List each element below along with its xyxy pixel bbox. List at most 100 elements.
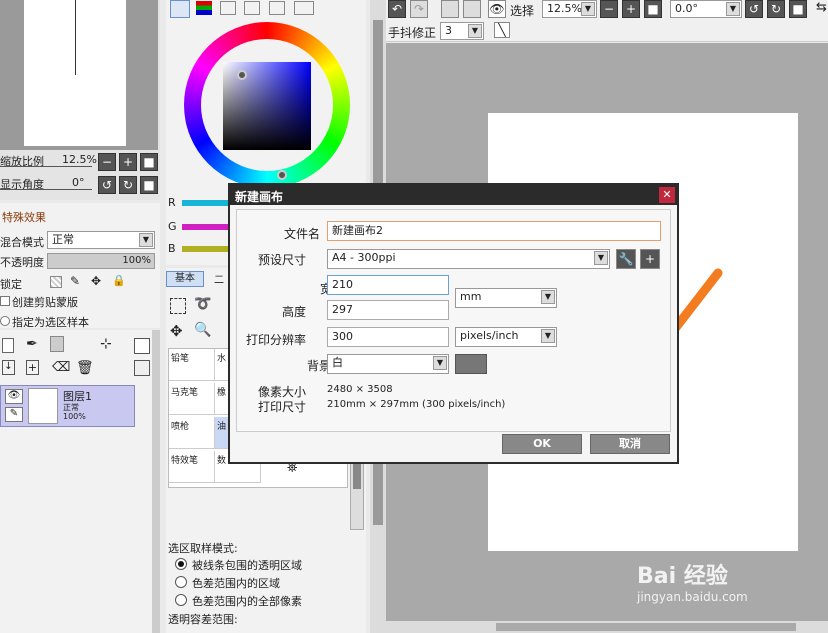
hue-cursor[interactable] [277,170,287,180]
zoom-select[interactable]: 12.5% ▼ [542,0,597,18]
new-folder-icon[interactable] [50,336,64,352]
color-wheel-tab[interactable] [170,0,190,18]
zoom-in-button[interactable]: + [119,153,137,171]
line-tool-icon[interactable]: ╲ [494,22,510,38]
lasso-icon[interactable]: ➰ [194,296,211,312]
effects-title: 特殊效果 [2,211,46,224]
layer-scrollbar[interactable] [152,330,160,633]
r-label: R [168,196,176,209]
unit-select[interactable]: mm ▼ [455,288,557,308]
lock-label: 锁定 [0,278,22,291]
tolerance-label: 透明容差范围: [168,613,238,626]
toolbar-zoom-reset[interactable]: ■ [644,0,662,18]
rotate-reset-button[interactable]: ■ [140,176,158,194]
layer-opacity: 100% [63,412,86,421]
rotate-left-button[interactable]: ↺ [98,176,116,194]
background-color-swatch[interactable] [455,354,487,374]
tab-basic[interactable]: 基本 [166,271,204,287]
flip-icon[interactable]: ⇆ [816,0,827,15]
cancel-button[interactable]: 取消 [590,434,670,454]
selection-mode-radio-3[interactable] [175,594,187,606]
invert-selection-button[interactable] [463,0,481,18]
stabilizer-label: 手抖修正 [388,26,437,40]
tab-second[interactable]: 二 [214,271,224,286]
eraser-icon[interactable]: ⌫ [52,360,70,375]
tool-airbrush[interactable]: 喷枪 [169,417,215,449]
zoom-reset-button[interactable]: ■ [140,153,158,171]
lock-transparency-icon[interactable] [50,276,62,288]
horizontal-scrollbar[interactable] [386,621,828,633]
preset-settings-button[interactable]: 🔧 [616,249,636,269]
selection-source-radio[interactable] [0,316,10,326]
height-input[interactable]: 297 [327,300,449,320]
selection-mode-label-2: 色差范围内的区域 [192,577,280,590]
perspective-icon[interactable]: ⊹ [100,336,112,352]
top-toolbar: ↶ ↷ 👁 选择 12.5% ▼ − + ■ 0.0° ▼ ↺ ↻ ■ ⇆ 手抖修正… [386,0,828,42]
scratchpad-tab[interactable] [294,1,314,15]
color-swatch-tab[interactable] [244,1,260,15]
move-down-icon[interactable]: ↓ [2,360,15,375]
toolbar-zoom-out[interactable]: − [600,0,618,18]
lock-all-icon[interactable]: 🔒 [112,274,126,287]
dpi-input[interactable]: 300 [327,327,449,347]
print-size-value: 210mm × 297mm (300 pixels/inch) [327,399,506,410]
selection-source-label: 指定为选区样本 [12,316,89,329]
toolbar-zoom-in[interactable]: + [622,0,640,18]
eye-icon[interactable]: 👁 [5,389,23,404]
angle-select[interactable]: 0.0° ▼ [670,0,742,18]
layer-row[interactable]: 👁 ✎ 图层1 正常 100% [0,385,135,427]
lock-paint-icon[interactable]: ✎ [70,274,80,288]
brush-lock-icon[interactable]: ✎ [5,407,23,422]
color-slider-tab[interactable] [196,1,212,15]
layer-properties-panel: 特殊效果 混合模式 正常 ▼ 不透明度 100% 锁定 ✎ ✥ 🔒 创建剪贴蒙版 … [0,203,160,329]
lock-move-icon[interactable]: ✥ [91,274,101,288]
deselect-button[interactable] [441,0,459,18]
preset-add-button[interactable]: + [640,249,660,269]
select-label: 选择 [510,4,535,18]
trash-icon[interactable]: 🗑 [76,360,94,376]
new-layer-icon[interactable] [2,338,14,353]
color-grid-tab[interactable] [269,1,285,15]
add-layer-icon[interactable]: + [26,360,39,375]
preset-select[interactable]: A4 - 300ppi ▼ [327,249,610,269]
sv-cursor[interactable] [237,70,247,80]
clip-mask-checkbox[interactable] [0,296,10,306]
tool-pencil[interactable]: 铅笔 [169,349,215,381]
rotate-right-button[interactable]: ↻ [119,176,137,194]
toolbar-rotate-left[interactable]: ↺ [745,0,763,18]
height-label: 高度 [282,305,307,319]
zoom-tool-icon[interactable]: 🔍 [194,322,211,338]
filename-label: 文件名 [284,227,321,241]
ok-button[interactable]: OK [502,434,582,454]
opacity-slider[interactable]: 100% [47,253,155,269]
zoom-out-button[interactable]: − [98,153,116,171]
toolbar-rotate-right[interactable]: ↻ [767,0,785,18]
tool-effect-pen[interactable]: 特效笔 [169,451,215,483]
navigator-preview[interactable] [0,0,158,150]
show-selection-button[interactable]: 👁 [488,0,506,18]
filename-input[interactable]: 新建画布2 [327,221,661,241]
new-pen-layer-icon[interactable]: ✒ [26,336,38,352]
tool-marker[interactable]: 马克笔 [169,383,215,415]
layer-mode-icon[interactable] [134,338,150,354]
merge-icon[interactable] [134,360,150,376]
selection-mode-label-1: 被线条包围的透明区域 [192,559,302,572]
undo-button[interactable]: ↶ [388,0,406,18]
stabilizer-select[interactable]: 3 ▼ [440,22,484,40]
blend-mode-select[interactable]: 正常 ▼ [47,231,155,249]
width-input[interactable]: 210 [327,275,449,295]
pixel-size-value: 2480 × 3508 [327,384,393,395]
layer-thumbnail [28,388,58,424]
redo-button[interactable]: ↷ [410,0,428,18]
dialog-close-button[interactable]: ✕ [659,187,675,203]
color-palette-tab[interactable] [220,1,236,15]
toolbar-rotate-reset[interactable]: ■ [789,0,807,18]
rect-select-icon[interactable] [170,298,186,314]
g-label: G [168,220,177,233]
move-tool-icon[interactable]: ✥ [170,322,183,340]
selection-mode-radio-2[interactable] [175,576,187,588]
dpi-unit-select[interactable]: pixels/inch ▼ [455,327,557,347]
layer-panel: ✒ ⊹ ↓ + ⌫ 🗑 👁 ✎ 图层1 正常 100% [0,330,160,633]
selection-mode-radio-1[interactable] [175,558,187,570]
background-select[interactable]: 白 ▼ [327,354,449,374]
